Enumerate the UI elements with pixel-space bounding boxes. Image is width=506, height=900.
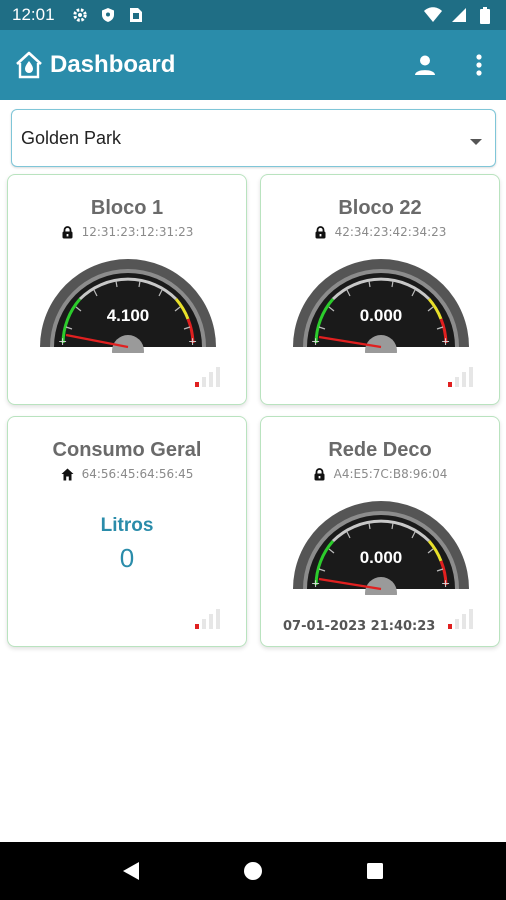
flow-gauge: + + 0.000 — [293, 259, 469, 353]
total-consumption-value: 0 — [119, 543, 135, 573]
svg-text:+: + — [188, 335, 197, 348]
lock-icon — [313, 467, 326, 481]
caret-down-icon — [469, 133, 483, 145]
shield-icon — [99, 6, 117, 24]
meter-card-rede-deco[interactable]: Rede Deco A4:E5:7C:B8:96:04 + + 0.000 07… — [260, 416, 500, 647]
home-icon[interactable] — [235, 853, 271, 889]
device-id: 12:31:23:12:31:23 — [81, 225, 194, 239]
device-id: 64:56:45:64:56:45 — [81, 467, 194, 481]
device-id: 42:34:23:42:34:23 — [334, 225, 447, 239]
cell-signal-icon — [450, 6, 468, 24]
meter-card-bloco-22[interactable]: Bloco 22 42:34:23:42:34:23 + + 0.000 — [260, 174, 500, 405]
location-select[interactable]: Golden Park — [11, 109, 496, 167]
svg-text:+: + — [311, 577, 320, 590]
status-time: 12:01 — [12, 5, 55, 24]
signal-strength-icon — [448, 609, 473, 629]
account-icon[interactable] — [412, 52, 438, 78]
app-actions — [412, 52, 492, 78]
gauge-value: 4.100 — [107, 306, 150, 325]
device-id-row: 12:31:23:12:31:23 — [8, 225, 246, 239]
device-id-row: 42:34:23:42:34:23 — [261, 225, 499, 239]
recents-icon[interactable] — [357, 853, 393, 889]
app-logo-icon — [14, 50, 44, 80]
meter-card-consumo-geral[interactable]: Consumo Geral 64:56:45:64:56:45 Litros 0 — [7, 416, 247, 647]
card-title: Rede Deco — [328, 439, 432, 461]
svg-text:+: + — [311, 335, 320, 348]
gauge-value: 0.000 — [360, 306, 403, 325]
card-title: Bloco 22 — [338, 197, 422, 219]
card-title: Bloco 1 — [90, 197, 164, 219]
signal-strength-icon — [195, 367, 220, 387]
last-reading-timestamp: 07-01-2023 21:40:23 — [283, 619, 436, 634]
device-id-row: A4:E5:7C:B8:96:04 — [261, 467, 499, 481]
battery-icon — [476, 6, 494, 24]
app-bar: Dashboard — [0, 30, 506, 100]
device-id: A4:E5:7C:B8:96:04 — [333, 467, 448, 481]
signal-strength-icon — [448, 367, 473, 387]
meter-card-bloco-1[interactable]: Bloco 1 12:31:23:12:31:23 + + 4.100 — [7, 174, 247, 405]
status-icons-right — [424, 6, 494, 24]
gear-icon — [71, 6, 89, 24]
flow-gauge: + + 0.000 — [293, 501, 469, 595]
status-icons-left — [71, 6, 145, 24]
svg-text:+: + — [58, 335, 67, 348]
system-nav-bar — [0, 842, 506, 900]
location-select-value: Golden Park — [21, 127, 122, 148]
page-title: Dashboard — [50, 51, 176, 78]
signal-strength-icon — [195, 609, 220, 629]
wifi-icon — [424, 6, 442, 24]
status-bar: 12:01 — [0, 0, 506, 30]
screen: 12:01 Dashboard Golden Park Bloco 1 12:3… — [0, 0, 506, 900]
gauge-value: 0.000 — [360, 548, 403, 567]
svg-text:+: + — [441, 577, 450, 590]
card-title: Consumo Geral — [52, 439, 202, 461]
lock-icon — [61, 225, 74, 239]
flow-gauge: + + 4.100 — [40, 259, 216, 353]
unit-label: Litros — [100, 515, 154, 536]
back-icon[interactable] — [113, 853, 149, 889]
home-icon — [61, 468, 74, 481]
svg-text:+: + — [441, 335, 450, 348]
lock-icon — [314, 225, 327, 239]
device-id-row: 64:56:45:64:56:45 — [8, 467, 246, 481]
sim-icon — [127, 6, 145, 24]
more-vert-icon[interactable] — [466, 52, 492, 78]
